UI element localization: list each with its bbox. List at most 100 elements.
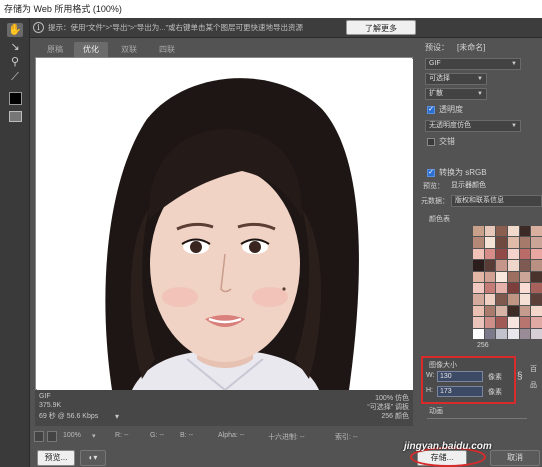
color-table-swatch[interactable] [473,248,484,260]
color-table-swatch[interactable] [508,226,519,237]
cancel-button[interactable]: 取消 [490,450,540,466]
color-table-swatch[interactable] [519,260,531,271]
browser-preview-icon[interactable]: ◐▾ [80,450,106,466]
color-table-grid[interactable] [473,226,542,339]
transparency-checkbox[interactable]: ✓ [427,106,435,114]
color-table-swatch[interactable] [484,305,496,317]
color-table-swatch[interactable] [508,317,519,328]
color-table-swatch[interactable] [508,237,519,248]
zoom-out-icon[interactable] [34,431,44,442]
color-reduction-select[interactable]: 可选择 ▼ [425,73,487,85]
zoom-dropdown-icon[interactable]: ▾ [92,432,96,440]
convert-srgb-checkbox[interactable]: ✓ [427,169,435,177]
color-table-swatch[interactable] [519,237,531,248]
color-table-swatch[interactable] [496,305,507,317]
color-table-swatch[interactable] [484,294,496,305]
color-table-swatch[interactable] [496,328,507,339]
interlaced-checkbox[interactable] [427,138,435,146]
zoom-level[interactable]: 100% [63,432,81,439]
color-table-swatch[interactable] [484,317,496,328]
color-table-swatch[interactable] [531,271,542,282]
preview-button[interactable]: 预览... [37,450,75,466]
color-table-swatch[interactable] [531,237,542,248]
color-table-swatch[interactable] [496,226,507,237]
eyedropper-icon[interactable]: ⟋ [7,70,23,84]
color-table-swatch[interactable] [496,260,507,271]
color-table-swatch[interactable] [496,248,507,260]
color-table-swatch[interactable] [531,248,542,260]
info-icon: i [33,22,44,33]
color-table-swatch[interactable] [496,237,507,248]
tab-4-up[interactable]: 四联 [150,42,184,57]
color-table-swatch[interactable] [508,328,519,339]
zoom-in-icon[interactable] [47,431,57,442]
color-table-swatch[interactable] [484,248,496,260]
metadata-select[interactable]: 版权和联系信息 [451,195,542,207]
color-table-swatch[interactable] [473,317,484,328]
color-table-swatch[interactable] [473,282,484,294]
color-table-swatch[interactable] [508,248,519,260]
color-table-swatch[interactable] [484,282,496,294]
slice-select-icon[interactable]: ↘ [7,40,23,54]
color-table-swatch[interactable] [508,282,519,294]
color-table-swatch[interactable] [473,271,484,282]
color-table-swatch[interactable] [508,271,519,282]
color-table-swatch[interactable] [519,305,531,317]
color-table-swatch[interactable] [531,226,542,237]
color-table-swatch[interactable] [496,271,507,282]
tab-original[interactable]: 原稿 [38,42,72,57]
preview-color-value: 显示器颜色 [451,182,486,189]
color-table-swatch[interactable] [531,294,542,305]
eyedropper-color-swatch[interactable] [9,92,22,105]
color-reduction-value: 可选择 [429,75,450,82]
image-size-section: 图像大小 W: 130 像素 H: 173 像素 [421,356,516,404]
color-table-swatch[interactable] [484,237,496,248]
download-speed-menu-icon[interactable]: ▾ [115,412,119,421]
color-table-swatch[interactable] [531,317,542,328]
color-table-swatch[interactable] [519,294,531,305]
color-table-swatch[interactable] [484,271,496,282]
color-table-swatch[interactable] [508,305,519,317]
color-table-swatch[interactable] [508,294,519,305]
color-table-swatch[interactable] [496,294,507,305]
color-table-swatch[interactable] [531,282,542,294]
color-table-swatch[interactable] [496,317,507,328]
color-table-swatch[interactable] [519,328,531,339]
tab-optimized[interactable]: 优化 [74,42,108,57]
color-table-swatch[interactable] [484,226,496,237]
color-table-swatch[interactable] [519,317,531,328]
color-table-swatch[interactable] [496,282,507,294]
color-table-swatch[interactable] [484,328,496,339]
transparency-dither-select[interactable]: 无透明度仿色 ▼ [425,120,521,132]
color-table-swatch[interactable] [473,260,484,271]
preview-canvas[interactable] [35,57,413,390]
color-table-swatch[interactable] [473,328,484,339]
color-table-swatch[interactable] [519,271,531,282]
preset-value[interactable]: [未命名] [457,42,485,53]
height-input[interactable]: 173 [437,386,483,397]
readout-index: 索引: -- [335,434,358,441]
color-table-swatch[interactable] [519,282,531,294]
format-select[interactable]: GIF ▼ [425,58,521,70]
dither-algorithm-select[interactable]: 扩散 ▼ [425,88,487,100]
learn-more-button[interactable]: 了解更多 [346,20,416,35]
toggle-slices-icon[interactable] [9,111,22,122]
color-table-swatch[interactable] [484,260,496,271]
hand-icon[interactable]: ✋ [7,23,23,37]
width-input[interactable]: 130 [437,371,483,382]
color-table-swatch[interactable] [473,226,484,237]
preview-color-select[interactable]: 显示器颜色 [447,180,542,192]
color-table-swatch[interactable] [473,305,484,317]
zoom-icon[interactable]: ⚲ [7,55,23,69]
color-table-swatch[interactable] [531,260,542,271]
tab-2-up[interactable]: 双联 [112,42,146,57]
color-table-swatch[interactable] [508,260,519,271]
color-table-swatch[interactable] [473,237,484,248]
link-constrain-icon[interactable]: § [517,371,523,382]
color-table-swatch[interactable] [519,226,531,237]
color-table-swatch[interactable] [531,305,542,317]
color-table-swatch[interactable] [519,248,531,260]
color-table-swatch[interactable] [473,294,484,305]
color-table-swatch[interactable] [531,328,542,339]
percent-label: 百 [530,366,537,373]
